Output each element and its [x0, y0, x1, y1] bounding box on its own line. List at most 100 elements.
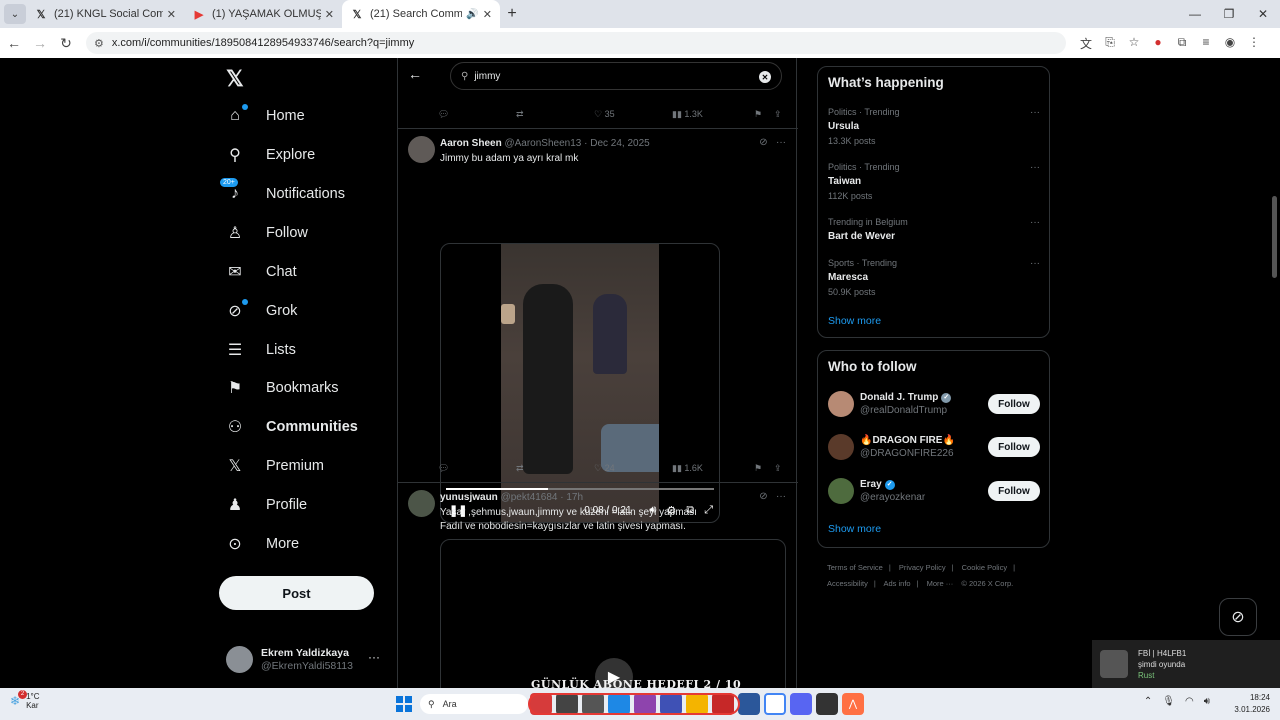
more-dots-icon[interactable]: ···	[776, 491, 786, 502]
follow-button[interactable]: Follow	[988, 481, 1040, 501]
taskbar-search[interactable]: ⚲ Ara	[420, 694, 528, 714]
store-icon[interactable]	[738, 693, 760, 715]
views-button[interactable]: ▮▮ 1.6K	[672, 463, 754, 474]
system-clock[interactable]: 18:24 3.01.2026	[1234, 692, 1270, 716]
avatar[interactable]	[408, 136, 435, 163]
repost-icon[interactable]: ⇄	[516, 109, 594, 120]
more-dots-icon[interactable]: ···	[368, 650, 380, 664]
star-icon[interactable]: ☆	[1122, 35, 1146, 52]
tweet[interactable]: Aaron Sheen @AaronSheen13 · Dec 24, 2025…	[398, 128, 798, 523]
reload-icon[interactable]: ↻	[54, 35, 78, 52]
forward-icon[interactable]: →	[28, 35, 52, 51]
account-switcher[interactable]: Ekrem Yaldizkaya @EkremYaldi58113 ···	[226, 642, 386, 676]
windows-start-button[interactable]	[396, 696, 412, 712]
avatar[interactable]	[408, 490, 435, 517]
close-icon[interactable]: ✕	[325, 8, 334, 21]
clear-search-button[interactable]: ✕	[759, 71, 771, 83]
nav-item-profile[interactable]: ♟ Profile	[226, 490, 307, 520]
opera-icon[interactable]: ●	[1146, 35, 1170, 52]
show-more-link[interactable]: Show more	[828, 315, 881, 327]
more-dots-icon[interactable]: ···	[1030, 107, 1040, 118]
more-dots-icon[interactable]: ···	[1030, 162, 1040, 173]
new-tab-button[interactable]: +	[500, 5, 524, 23]
footer-link[interactable]: Terms of Service	[827, 563, 883, 572]
repost-icon[interactable]: ⇄	[516, 463, 594, 474]
trend-item[interactable]: Politics · Trending Ursula 13.3K posts ·…	[828, 107, 1040, 146]
nav-item-premium[interactable]: 𝕏 Premium	[226, 451, 324, 481]
nav-item-home[interactable]: ⌂ Home	[226, 101, 305, 131]
translate-icon[interactable]: 文	[1074, 35, 1098, 52]
more-dots-icon[interactable]: ···	[776, 137, 786, 148]
avatar[interactable]	[828, 434, 854, 460]
nav-item-lists[interactable]: ☰ Lists	[226, 335, 296, 365]
install-icon[interactable]: ⎘	[1098, 35, 1122, 52]
follow-suggestion[interactable]: 🔥DRAGON FIRE🔥 @DRAGONFIRE226 Follow	[828, 432, 1040, 462]
author-handle[interactable]: @AaronSheen13	[504, 138, 581, 149]
tweet-date[interactable]: · 17h	[560, 492, 583, 503]
trend-item[interactable]: Trending in Belgium Bart de Wever ···	[828, 217, 1040, 242]
wifi-icon[interactable]: ◠	[1185, 696, 1194, 707]
author-name[interactable]: yunusjwaun	[440, 492, 498, 503]
back-icon[interactable]: ←	[2, 35, 26, 51]
nav-item-communities[interactable]: ⚇ Communities	[226, 412, 358, 442]
video-player[interactable]: ❚❚ 0:08 / 0:21 🔊︎ ⚙ ⧉ ⤢	[440, 243, 720, 523]
more-dots-icon[interactable]: ···	[1030, 258, 1040, 269]
chevron-up-icon[interactable]: ⌃	[1144, 696, 1152, 707]
nav-item-bookmarks[interactable]: ⚑ Bookmarks	[226, 373, 339, 403]
author-name[interactable]: Aaron Sheen	[440, 138, 502, 149]
volume-icon[interactable]: 🔊︎	[1204, 696, 1210, 707]
follow-suggestion[interactable]: Donald J. Trump ✓ @realDonaldTrump Follow	[828, 389, 1040, 419]
page-scrollbar[interactable]	[1269, 58, 1280, 688]
browser-tab-1[interactable]: 𝕏 (21) KNGL Social Community / ✕	[26, 0, 184, 28]
follow-button[interactable]: Follow	[988, 437, 1040, 457]
share-icon[interactable]: ⇪	[774, 463, 782, 474]
grok-floating-button[interactable]: ⊘	[1219, 598, 1257, 636]
views-button[interactable]: ▮▮ 1.3K	[672, 109, 754, 120]
follow-suggestion[interactable]: Eray ✓ @erayozkenar Follow	[828, 476, 1040, 506]
discord-icon[interactable]	[790, 693, 812, 715]
nav-item-notifications[interactable]: ♪ 20+ Notifications	[220, 178, 345, 209]
extensions-icon[interactable]: ⧉	[1170, 35, 1194, 52]
browser-tab-2[interactable]: ▶ (1) YAŞAMAK OLMUŞ ÖLÜMDE ✕	[184, 0, 342, 28]
site-info-icon[interactable]: ⚙	[94, 37, 104, 50]
close-icon[interactable]: ✕	[167, 8, 176, 21]
footer-link[interactable]: Ads info	[883, 579, 910, 588]
tweet[interactable]: yunusjwaun @pekt41684 · 17h ⊘ ··· Yaşar …	[398, 482, 798, 688]
follow-button[interactable]: Follow	[988, 394, 1040, 414]
trend-item[interactable]: Politics · Trending Taiwan 112K posts ··…	[828, 162, 1040, 201]
author-handle[interactable]: @pekt41684	[501, 492, 558, 503]
maximize-button[interactable]: ❐	[1212, 0, 1246, 28]
bookmark-icon[interactable]: ⚑	[754, 109, 774, 120]
media-icon[interactable]: ≡	[1194, 35, 1218, 52]
like-button[interactable]: ♡ 24	[594, 463, 672, 474]
nav-item-chat[interactable]: ✉ Chat	[226, 257, 296, 287]
search-input[interactable]: ⚲ jimmy ✕	[450, 62, 782, 90]
footer-link[interactable]: Cookie Policy	[962, 563, 1007, 572]
app-icon[interactable]: ⋀	[842, 693, 864, 715]
minimize-button[interactable]: —	[1178, 0, 1212, 28]
close-icon[interactable]: ✕	[483, 8, 492, 21]
back-arrow-icon[interactable]: ←	[408, 66, 422, 82]
trend-item[interactable]: Sports · Trending Maresca 50.9K posts ··…	[828, 258, 1040, 297]
tweet-date[interactable]: · Dec 24, 2025	[584, 138, 650, 149]
x-logo-icon[interactable]: 𝕏	[226, 66, 244, 92]
bookmark-icon[interactable]: ⚑	[754, 463, 774, 474]
more-dots-icon[interactable]: ···	[1030, 217, 1040, 228]
footer-link[interactable]: Accessibility	[827, 579, 868, 588]
weather-widget[interactable]: ❄ 2 1°C Kar	[10, 690, 40, 710]
reply-icon[interactable]: 💬︎	[438, 463, 516, 474]
like-button[interactable]: ♡ 35	[594, 109, 672, 120]
game-notification-toast[interactable]: FBİ | H4LFB1 şimdi oyunda Rust	[1092, 640, 1280, 688]
show-more-link[interactable]: Show more	[828, 523, 881, 535]
chrome-icon[interactable]	[764, 693, 786, 715]
avatar[interactable]	[828, 391, 854, 417]
microphone-icon[interactable]: 🎙︎	[1162, 696, 1175, 707]
browser-tab-3[interactable]: 𝕏 (21) Search Community / X 🔊 ✕	[342, 0, 500, 28]
speaker-icon[interactable]: 🔊	[466, 9, 478, 20]
post-button[interactable]: Post	[219, 576, 374, 610]
video-player[interactable]: ▶ GÜNLÜK ABONE HEDEFI 2 / 10	[440, 539, 786, 688]
tab-search-button[interactable]: ⌄	[4, 4, 26, 24]
grok-icon[interactable]: ⊘	[759, 491, 767, 502]
share-icon[interactable]: ⇪	[774, 109, 782, 120]
footer-link[interactable]: More ···	[927, 579, 954, 588]
